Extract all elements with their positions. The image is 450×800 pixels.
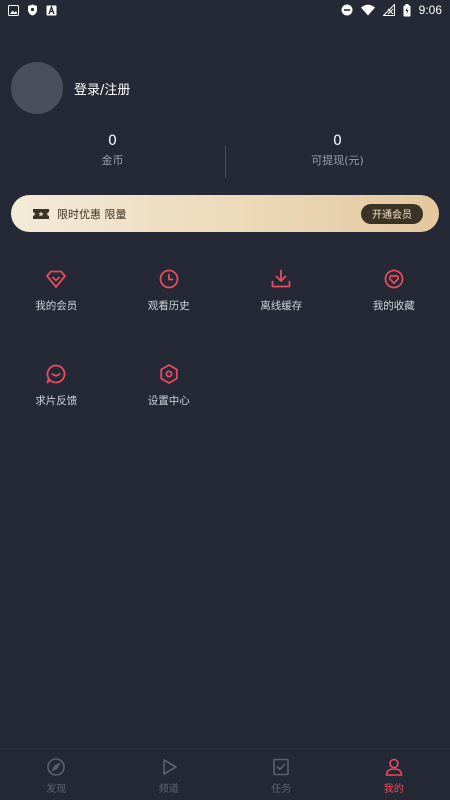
- status-bar: 9:06: [0, 0, 450, 20]
- heart-icon: [384, 269, 404, 289]
- battery-icon: [403, 3, 411, 16]
- nav-label-discover: 发现: [46, 784, 67, 795]
- profile-screen: 9:06 登录/注册 0 金币 0 可提现(元) 限时优惠 限量 开通会员 我的…: [0, 0, 450, 800]
- clock-icon: [159, 269, 179, 289]
- stats-divider: [225, 146, 226, 178]
- menu-item-settings[interactable]: 设置中心: [113, 362, 226, 408]
- coins-label: 金币: [101, 154, 124, 167]
- menu-label-membership: 我的会员: [35, 300, 78, 312]
- withdrawable-value: 0: [333, 133, 342, 149]
- menu-item-membership[interactable]: 我的会员: [0, 267, 113, 313]
- menu-label-history: 观看历史: [147, 300, 190, 312]
- bottom-nav: 发现 频道 任务 我的: [0, 748, 450, 800]
- font-a-icon: [46, 4, 57, 15]
- coins-value: 0: [108, 133, 117, 149]
- open-membership-button[interactable]: 开通会员: [361, 203, 423, 224]
- menu-item-favorites[interactable]: 我的收藏: [338, 267, 450, 313]
- menu-label-offline-cache: 离线缓存: [260, 300, 303, 312]
- status-bar-left: [8, 4, 57, 16]
- hexagon-settings-icon: [160, 364, 178, 384]
- menu-label-favorites: 我的收藏: [372, 300, 415, 312]
- gallery-icon: [8, 4, 19, 16]
- nav-label-channel: 频道: [158, 784, 179, 795]
- menu-row-1: 我的会员 观看历史 离线缓存 我的收藏: [0, 267, 450, 313]
- shield-icon: [28, 4, 37, 16]
- nav-tab-tasks[interactable]: 任务: [225, 749, 338, 800]
- nav-tab-channel[interactable]: 频道: [113, 749, 226, 800]
- compass-icon: [47, 758, 66, 776]
- task-icon: [273, 758, 290, 776]
- login-register-link[interactable]: 登录/注册: [74, 79, 130, 98]
- vip-promo-text: 限时优惠 限量: [57, 207, 127, 221]
- do-not-disturb-icon: [341, 4, 353, 16]
- no-signal-icon: [382, 4, 395, 16]
- menu-row-2: 求片反馈 设置中心: [0, 362, 450, 408]
- user-icon: [385, 758, 403, 776]
- menu-label-settings: 设置中心: [147, 395, 190, 407]
- coins-stat[interactable]: 0 金币: [0, 132, 225, 180]
- menu-item-history[interactable]: 观看历史: [113, 267, 226, 313]
- wifi-icon: [360, 4, 375, 16]
- menu-item-offline-cache[interactable]: 离线缓存: [225, 267, 338, 313]
- ticket-icon: [33, 208, 49, 219]
- menu-label-feedback: 求片反馈: [35, 395, 78, 407]
- vip-promo-banner[interactable]: 限时优惠 限量 开通会员: [11, 195, 439, 232]
- play-icon: [162, 759, 177, 775]
- profile-header[interactable]: 登录/注册: [11, 62, 130, 114]
- diamond-icon: [46, 270, 67, 288]
- nav-label-tasks: 任务: [271, 784, 292, 795]
- nav-tab-discover[interactable]: 发现: [0, 749, 113, 800]
- nav-tab-mine[interactable]: 我的: [338, 749, 450, 800]
- stats-row: 0 金币 0 可提现(元): [0, 132, 450, 180]
- menu-item-feedback[interactable]: 求片反馈: [0, 362, 113, 408]
- avatar[interactable]: [11, 62, 63, 114]
- withdrawable-stat[interactable]: 0 可提现(元): [225, 132, 450, 180]
- withdrawable-label: 可提现(元): [311, 154, 364, 167]
- nav-label-mine: 我的: [383, 784, 404, 795]
- status-time: 9:06: [418, 3, 442, 17]
- chat-bubble-icon: [46, 364, 66, 384]
- download-icon: [271, 269, 291, 288]
- status-bar-right: 9:06: [341, 3, 442, 17]
